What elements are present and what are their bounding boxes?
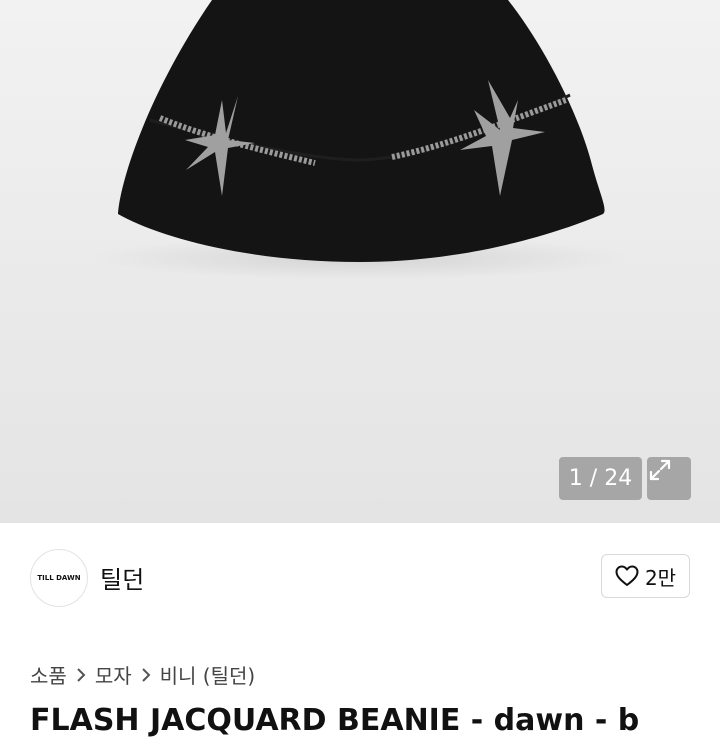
product-title: FLASH JACQUARD BEANIE - dawn - b: [30, 703, 640, 738]
breadcrumb-item-hats[interactable]: 모자: [95, 660, 132, 689]
expand-icon: [649, 459, 671, 481]
breadcrumb-item-beanie[interactable]: 비니 (틸던): [160, 660, 256, 689]
breadcrumb: 소품 모자 비니 (틸던): [30, 660, 255, 689]
image-counter: 1 / 24: [559, 457, 642, 500]
product-image-gallery[interactable]: 1 / 24: [0, 0, 720, 523]
expand-button[interactable]: [647, 457, 691, 500]
like-count: 2만: [644, 565, 677, 590]
chevron-right-icon: [141, 667, 151, 683]
shop-logo-text: TILL DAWN: [37, 574, 81, 582]
shop-name[interactable]: 틸던: [100, 560, 144, 595]
heart-icon: [615, 565, 639, 586]
breadcrumb-item-accessories[interactable]: 소품: [30, 660, 67, 689]
shop-logo[interactable]: TILL DAWN: [30, 549, 88, 607]
like-button[interactable]: 2만: [601, 554, 690, 598]
beanie-photo: [90, 0, 630, 280]
chevron-right-icon: [76, 667, 86, 683]
